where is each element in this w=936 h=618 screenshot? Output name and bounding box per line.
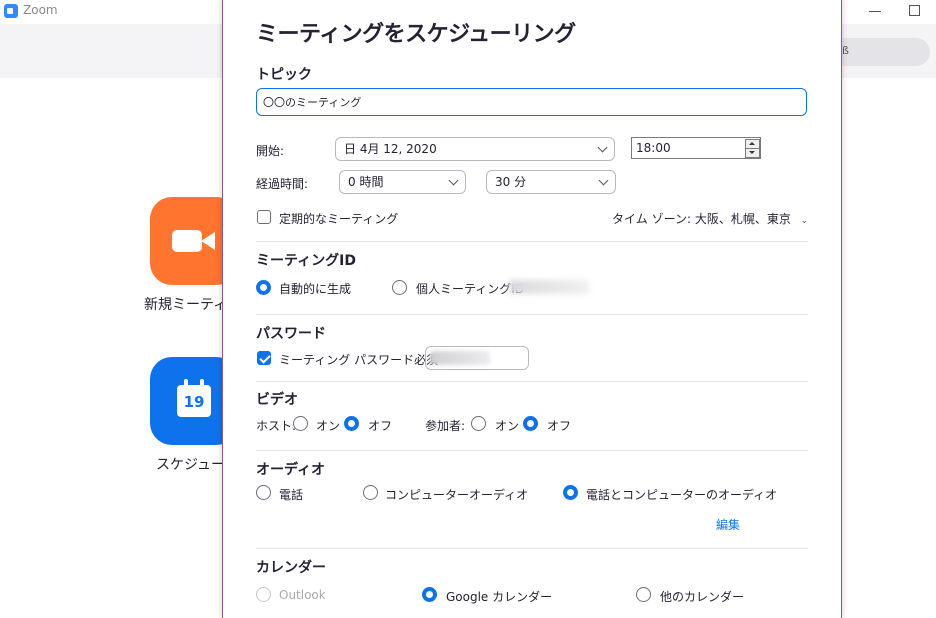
duration-hours-value: 0 時間 <box>348 175 384 189</box>
password-required-label: ミーティング パスワード必須 <box>279 353 439 367</box>
start-label: 開始: <box>256 144 285 158</box>
minimize-icon[interactable] <box>869 11 881 12</box>
duration-minutes-value: 30 分 <box>495 175 527 189</box>
dialog-title: ミーティングをスケジューリング <box>256 22 576 47</box>
host-video-on-label: オン <box>316 419 341 433</box>
participant-video-off-radio[interactable] <box>523 416 538 431</box>
time-spinner[interactable] <box>745 139 760 158</box>
audio-phone-radio[interactable] <box>256 485 271 500</box>
divider <box>256 548 808 549</box>
video-camera-icon <box>172 230 202 252</box>
meeting-id-heading: ミーティングID <box>256 253 356 269</box>
chevron-down-icon <box>597 142 608 153</box>
start-date-select[interactable]: 日 4月 12, 2020 <box>335 137 615 161</box>
chevron-down-icon <box>598 175 609 186</box>
divider <box>256 450 808 451</box>
redacted-meeting-id <box>509 280 589 294</box>
calendar-outlook-radio[interactable] <box>256 587 271 602</box>
video-host-label: ホスト: <box>256 419 297 433</box>
audio-edit-link[interactable]: 編集 <box>716 516 740 533</box>
duration-label: 経過時間: <box>256 177 309 191</box>
duration-hours-select[interactable]: 0 時間 <box>339 170 466 194</box>
meeting-id-auto-label: 自動的に生成 <box>279 282 352 296</box>
duration-minutes-select[interactable]: 30 分 <box>486 170 616 194</box>
recurring-checkbox[interactable] <box>257 210 271 224</box>
password-input[interactable] <box>425 346 529 370</box>
divider <box>256 381 808 382</box>
host-video-on-radio[interactable] <box>293 416 308 431</box>
calendar-other-radio[interactable] <box>636 587 651 602</box>
calendar-day: 19 <box>183 393 205 411</box>
app-title: Zoom <box>23 3 58 17</box>
timezone-value: タイム ゾーン: 大阪、札幌、東京 <box>612 212 791 226</box>
calendar-heading: カレンダー <box>256 560 326 576</box>
zoom-logo-icon <box>4 4 18 18</box>
divider <box>256 314 808 315</box>
chevron-down-icon <box>448 175 459 186</box>
timezone-select[interactable]: タイム ゾーン: 大阪、札幌、東京 ⌄ <box>612 210 808 227</box>
audio-computer-radio[interactable] <box>363 485 378 500</box>
chevron-down-icon: ⌄ <box>800 216 809 226</box>
audio-heading: オーディオ <box>256 462 326 478</box>
calendar-outlook-label: Outlook <box>279 588 326 602</box>
maximize-icon[interactable] <box>909 5 920 16</box>
password-heading: パスワード <box>256 326 326 342</box>
participant-video-on-label: オン <box>495 419 520 433</box>
meeting-id-personal-radio[interactable] <box>392 280 407 295</box>
calendar-other-label: 他のカレンダー <box>660 590 745 604</box>
topic-input[interactable]: 〇〇のミーティング <box>256 88 807 116</box>
spin-down-icon[interactable] <box>745 148 760 158</box>
start-date-value: 日 4月 12, 2020 <box>344 142 437 156</box>
host-video-off-radio[interactable] <box>344 416 359 431</box>
recurring-label: 定期的なミーティング <box>279 212 399 226</box>
audio-computer-label: コンピューターオーディオ <box>385 488 529 502</box>
new-meeting-label: 新規ミーティ <box>144 297 228 313</box>
divider <box>256 241 808 242</box>
calendar-google-label: Google カレンダー <box>446 590 553 604</box>
start-time-value: 18:00 <box>636 141 671 155</box>
meeting-id-auto-radio[interactable] <box>256 280 271 295</box>
participant-video-off-label: オフ <box>547 419 572 433</box>
audio-both-radio[interactable] <box>563 485 578 500</box>
password-required-checkbox[interactable] <box>257 351 271 365</box>
schedule-meeting-dialog: ミーティングをスケジューリング トピック 〇〇のミーティング 開始: 日 4月 … <box>222 0 842 618</box>
topic-heading: トピック <box>256 67 312 83</box>
search-hint: ß <box>842 44 849 57</box>
host-video-off-label: オフ <box>368 419 393 433</box>
start-time-field[interactable]: 18:00 <box>631 137 761 159</box>
participant-video-on-radio[interactable] <box>471 416 486 431</box>
calendar-google-radio[interactable] <box>422 587 437 602</box>
video-participants-label: 参加者: <box>425 419 466 433</box>
redacted-password <box>430 351 490 365</box>
audio-both-label: 電話とコンピューターのオーディオ <box>586 488 778 502</box>
meeting-id-personal-label: 個人ミーティングID <box>416 282 525 296</box>
video-heading: ビデオ <box>256 392 298 408</box>
audio-phone-label: 電話 <box>279 488 304 502</box>
